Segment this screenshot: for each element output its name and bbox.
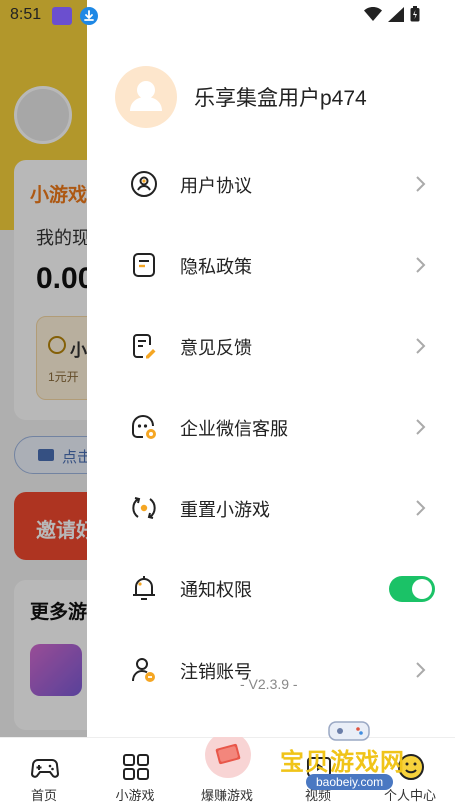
user-agreement-icon <box>129 169 159 199</box>
status-icons <box>364 6 420 27</box>
menu-item-reset-game[interactable]: 重置小游戏 <box>87 478 455 538</box>
toggle-knob <box>412 579 432 599</box>
version-label: - V2.3.9 - <box>240 676 298 692</box>
signal-icon <box>388 6 404 27</box>
nav-item-home[interactable]: 首页 <box>4 738 84 809</box>
nav-label: 小游戏 <box>115 788 155 803</box>
chevron-right-icon <box>412 254 428 276</box>
chevron-right-icon <box>412 173 428 195</box>
menu-item-label: 通知权限 <box>180 580 252 600</box>
cancel-account-icon <box>129 655 159 685</box>
money-icon <box>205 732 251 778</box>
chevron-right-icon <box>412 497 428 519</box>
menu-item-label: 意见反馈 <box>180 338 252 358</box>
bell-icon <box>129 573 159 603</box>
feedback-icon <box>129 331 159 361</box>
user-avatar-icon <box>130 81 162 111</box>
menu-item-notification-permission: 通知权限 <box>87 558 455 618</box>
privacy-policy-icon <box>129 250 159 280</box>
menu-item-privacy-policy[interactable]: 隐私政策 <box>87 235 455 295</box>
nav-item-mini-games[interactable]: 小游戏 <box>95 738 175 809</box>
menu-item-feedback[interactable]: 意见反馈 <box>87 316 455 376</box>
chevron-right-icon <box>412 659 428 681</box>
menu-item-wechat-service[interactable]: 企业微信客服 <box>87 397 455 457</box>
chevron-right-icon <box>412 335 428 357</box>
status-time: 8:51 <box>10 6 42 23</box>
watermark-url: baobeiy.com <box>306 774 394 790</box>
battery-icon <box>410 6 420 27</box>
avatar <box>115 66 177 128</box>
gamepad-icon <box>30 752 60 782</box>
nav-label: 爆赚游戏 <box>200 788 253 803</box>
reset-game-icon <box>129 493 159 523</box>
menu-item-label: 重置小游戏 <box>180 500 270 520</box>
download-icon <box>80 7 98 25</box>
menu-item-user-agreement[interactable]: 用户协议 <box>87 154 455 214</box>
profile-header[interactable]: 乐享集盒用户p474 <box>115 66 367 128</box>
menu-item-label: 用户协议 <box>180 176 252 196</box>
side-drawer: 乐享集盒用户p474 用户协议 隐私政策 意见反馈 企业微信客服 重置小游戏 通… <box>87 0 455 737</box>
nav-item-hot-earn[interactable]: 爆赚游戏 <box>187 732 267 809</box>
notification-toggle[interactable] <box>389 576 435 602</box>
wifi-icon <box>364 7 382 26</box>
app-notification-icon <box>52 7 72 25</box>
username: 乐享集盒用户p474 <box>194 87 367 110</box>
watermark-title: 宝贝游戏网 <box>280 749 405 776</box>
nav-label: 首页 <box>30 788 57 803</box>
menu-item-label: 隐私政策 <box>180 257 252 277</box>
chevron-right-icon <box>412 416 428 438</box>
menu-item-label: 企业微信客服 <box>180 419 288 439</box>
grid-icon <box>121 752 151 782</box>
wechat-service-icon <box>129 412 159 442</box>
